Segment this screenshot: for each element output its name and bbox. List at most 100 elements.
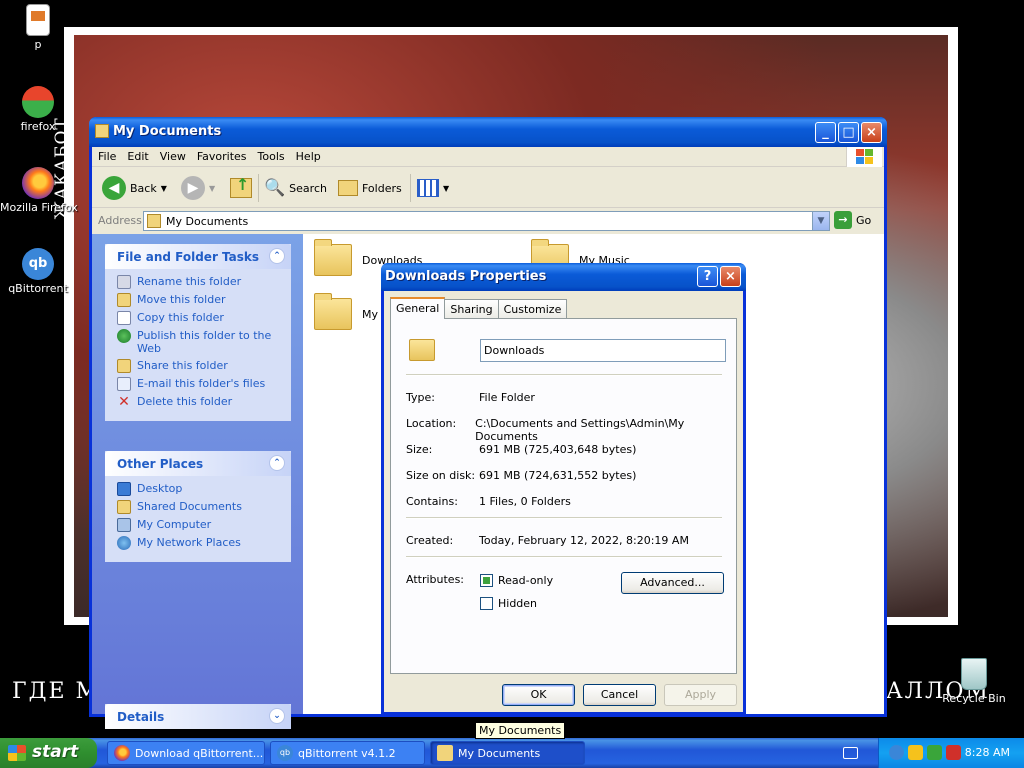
location-label: Location: [406,417,457,430]
email-folder-link[interactable]: E-mail this folder's files [117,377,291,391]
menu-tools[interactable]: Tools [252,147,290,163]
copy-folder-link[interactable]: Copy this folder [117,311,291,325]
dialog-titlebar[interactable]: Downloads Properties ? × [381,263,746,291]
file-folder-tasks-panel: File and Folder Tasks ⌃ Rename this fold… [105,244,291,421]
size-row: Size: 691 MB (725,403,648 bytes) [406,443,636,456]
desktop-icon-qbittorrent[interactable]: qb qBittorrent [0,248,76,295]
size-on-disk-label: Size on disk: [406,469,476,482]
go-button[interactable]: → Go [834,211,871,229]
place-my-computer-link[interactable]: My Computer [117,518,291,532]
hidden-checkbox-box[interactable] [480,597,493,610]
readonly-checkbox[interactable]: Read-only [480,574,553,587]
desktop-icon [117,482,131,496]
minimize-button[interactable]: _ [815,122,836,143]
share-folder-link[interactable]: Share this folder [117,359,291,373]
details-header[interactable]: Details ⌄ [105,704,291,729]
delete-folder-link[interactable]: ✕ Delete this folder [117,395,291,409]
explorer-titlebar[interactable]: My Documents _ □ × [89,117,887,147]
qbittorrent-tray-icon[interactable] [889,745,904,760]
place-shared-documents-link[interactable]: Shared Documents [117,500,291,514]
place-desktop-link[interactable]: Desktop [117,482,291,496]
publish-folder-link[interactable]: Publish this folder to the Web [117,329,291,355]
network-tray-icon[interactable] [927,745,942,760]
task-label: My Documents [458,746,541,760]
menu-help[interactable]: Help [290,147,326,163]
other-places-header[interactable]: Other Places ⌃ [105,451,291,476]
properties-dialog: Downloads Properties ? × General Sharing… [381,263,746,715]
dialog-tabs: General Sharing Customize [390,297,568,319]
dialog-close-button[interactable]: × [720,266,741,287]
size-label: Size: [406,443,433,456]
general-tab-page: Downloads Type: File Folder Location: C:\D… [390,318,737,674]
rename-folder-link[interactable]: Rename this folder [117,275,291,289]
details-panel: Details ⌄ [105,704,291,729]
desktop-icon-mozilla-firefox[interactable]: Mozilla Firefox [0,167,78,214]
tab-customize[interactable]: Customize [497,299,568,319]
desktop-icon-firefox[interactable]: firefox [0,86,76,133]
taskbar-item-firefox[interactable]: Download qBittorrent... [107,741,265,765]
ok-button[interactable]: OK [502,684,575,706]
size-on-disk-row: Size on disk: 691 MB (724,631,552 bytes) [406,469,636,482]
desktop-icon-label: Recycle Bin [942,692,1006,705]
start-label: start [32,742,79,762]
desktop-icon-p[interactable]: p [0,4,76,51]
hidden-checkbox[interactable]: Hidden [480,597,537,610]
collapse-icon[interactable]: ⌃ [269,455,285,471]
folder-name-input[interactable]: Downloads [480,339,726,362]
panel-title: File and Folder Tasks [117,250,260,264]
folders-button[interactable]: Folders [338,175,402,201]
menu-view[interactable]: View [154,147,191,163]
attributes-row: Attributes: [406,573,479,586]
rename-icon [117,275,131,289]
menu-bar: File Edit View Favorites Tools Help [92,147,884,167]
size-value: 691 MB (725,403,648 bytes) [479,443,637,456]
menu-file[interactable]: File [92,147,121,163]
taskbar-item-qbittorrent[interactable]: qb qBittorrent v4.1.2 [270,741,425,765]
up-folder-button[interactable]: ↑ [230,175,252,201]
tab-general[interactable]: General [390,297,446,319]
globe-icon [117,329,131,343]
alert-shield-icon[interactable] [946,745,961,760]
cancel-button[interactable]: Cancel [583,684,656,706]
up-folder-icon: ↑ [230,175,252,198]
collapse-icon[interactable]: ⌃ [269,248,285,264]
taskbar-tooltip: My Documents [475,722,566,739]
move-folder-link[interactable]: Move this folder [117,293,291,307]
readonly-checkbox-box[interactable] [480,574,493,587]
chevron-down-icon: ▼ [443,183,450,193]
clock[interactable]: 8:28 AM [965,746,1010,759]
close-button[interactable]: × [861,122,882,143]
forward-arrow-icon: ▶ [181,176,205,200]
file-folder-tasks-header[interactable]: File and Folder Tasks ⌃ [105,244,291,269]
search-button[interactable]: 🔍 Search [264,175,327,201]
share-icon [117,359,131,373]
expand-icon[interactable]: ⌄ [269,708,285,724]
forward-button[interactable]: ▶ ▼ [181,175,215,201]
link-label: E-mail this folder's files [137,377,266,390]
desktop-icon-recycle-bin[interactable]: Recycle Bin [936,658,1012,705]
address-dropdown-button[interactable]: ▼ [812,212,829,230]
views-button[interactable]: ▼ [417,175,449,201]
help-button[interactable]: ? [697,266,718,287]
menu-favorites[interactable]: Favorites [191,147,252,163]
security-shield-icon[interactable] [908,745,923,760]
start-button[interactable]: start [0,738,97,768]
folder-my-pictures[interactable]: My P [314,293,388,330]
taskbar-item-my-documents[interactable]: My Documents [430,741,585,765]
computer-icon [117,518,131,532]
link-label: My Computer [137,518,212,531]
folders-icon [338,180,358,196]
back-label: Back [130,181,157,195]
place-my-network-places-link[interactable]: My Network Places [117,536,291,550]
tab-sharing[interactable]: Sharing [444,299,499,319]
windows-flag-icon [8,745,26,761]
link-label: Copy this folder [137,311,224,324]
back-arrow-icon: ◀ [102,176,126,200]
menu-edit[interactable]: Edit [121,147,153,163]
address-input[interactable]: My Documents ▼ [143,211,830,231]
maximize-button[interactable]: □ [838,122,859,143]
size-on-disk-value: 691 MB (724,631,552 bytes) [479,469,637,482]
back-button[interactable]: ◀ Back ▼ [102,175,167,201]
keyboard-icon[interactable] [843,747,858,759]
advanced-button[interactable]: Advanced... [621,572,724,594]
